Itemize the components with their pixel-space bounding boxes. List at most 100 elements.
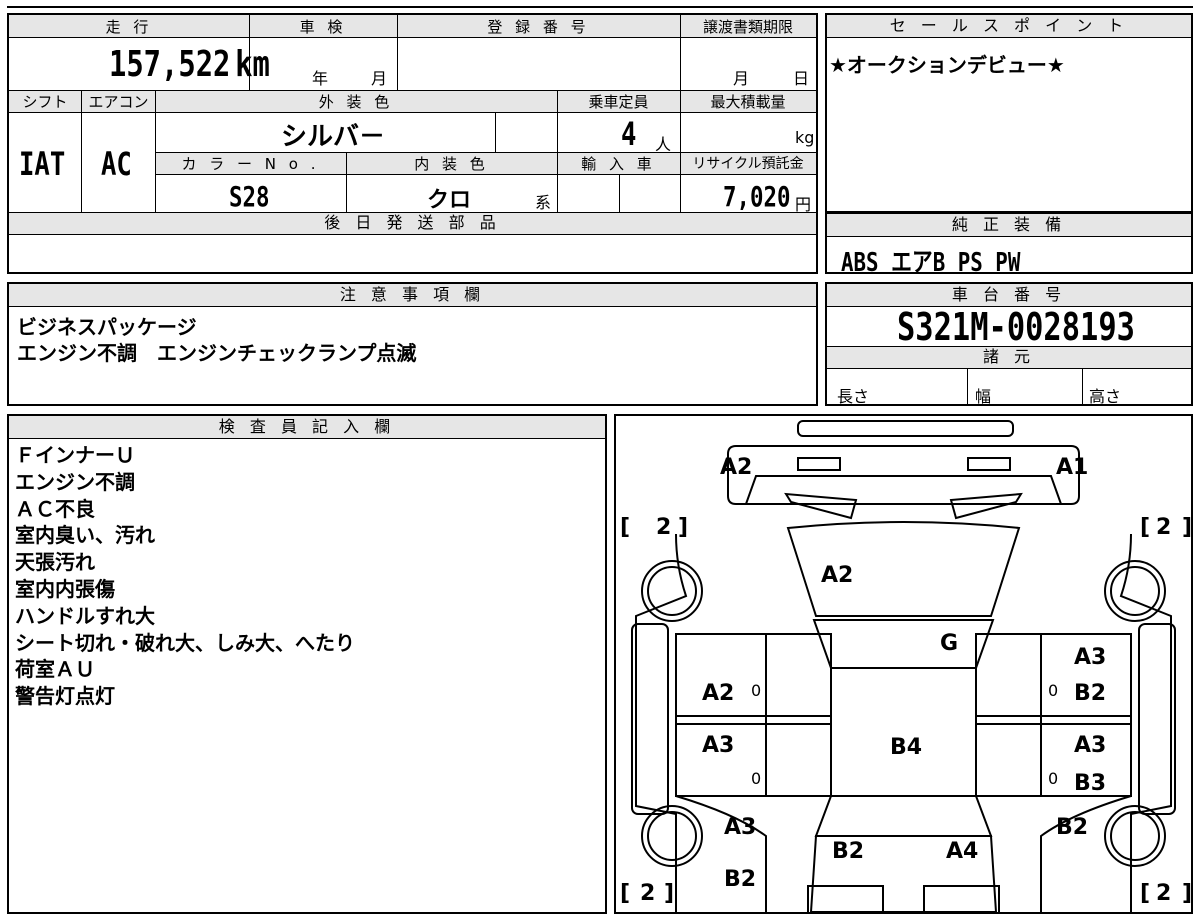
sales-points-panel: セ ー ル ス ポ イ ン ト ★オークションデビュー★ xyxy=(825,13,1193,213)
max-load-label: 最大積載量 xyxy=(710,93,786,111)
mileage-label: 走 行 xyxy=(105,18,153,36)
svg-text:[: [ xyxy=(1140,515,1150,540)
deadline-day-label: 日 xyxy=(793,69,810,88)
mark-front-left: A2 xyxy=(720,455,752,480)
inspector-line: ＦインナーＵ xyxy=(15,443,135,467)
left-front-door xyxy=(675,633,832,725)
front-bumper xyxy=(797,420,1014,437)
inspector-lines: ＦインナーＵ エンジン不調 ＡＣ不良 室内臭い、汚れ 天張汚れ 室内内張傷 ハン… xyxy=(15,442,355,710)
notes-header: 注 意 事 項 欄 xyxy=(9,284,816,306)
capacity-label: 乗車定員 xyxy=(588,93,649,111)
mark-rear-left-bumper: B2 xyxy=(724,867,756,892)
capacity-unit: 人 xyxy=(655,135,672,154)
zero-right-rear: 0 xyxy=(1048,769,1058,788)
mark-right-rear-door-2: B3 xyxy=(1074,771,1106,796)
registration-label: 登 録 番 号 xyxy=(487,18,590,36)
inspector-line: エンジン不調 xyxy=(15,469,135,494)
mark-right-quarter: B2 xyxy=(1056,815,1088,840)
mark-rear-center-right: A4 xyxy=(946,839,978,864)
inspector-header: 検 査 員 記 入 欄 xyxy=(9,416,605,438)
inspector-panel: 検 査 員 記 入 欄 ＦインナーＵ エンジン不調 ＡＣ不良 室内臭い、汚れ 天… xyxy=(7,414,607,914)
mark-right-front-door-2: B2 xyxy=(1074,681,1106,706)
max-load-unit: kg xyxy=(795,128,815,147)
later-parts-header: 後 日 発 送 部 品 xyxy=(9,212,816,234)
equipment-panel: 純 正 装 備 ABS エアB PS PW xyxy=(825,212,1193,278)
notes-line: エンジン不調 エンジンチェックランプ点滅 xyxy=(17,341,417,365)
notes-lines: ビジネスパッケージ エンジン不調 エンジンチェックランプ点滅 xyxy=(17,314,416,366)
rear-left-wheel xyxy=(641,805,703,867)
length-label: 長さ xyxy=(837,387,870,406)
inspection-label: 車 検 xyxy=(299,18,347,36)
tire-depth-rr: 2 xyxy=(1156,881,1171,906)
mileage-value: 157,522 km xyxy=(109,44,270,85)
rear-glass xyxy=(814,795,993,837)
inspector-line: ハンドルすれ大 xyxy=(15,603,155,628)
mark-hood: A2 xyxy=(821,563,853,588)
mark-front-right: A1 xyxy=(1056,455,1088,480)
aircon-label: エアコン xyxy=(88,93,149,111)
tire-depth-rl: 2 xyxy=(640,881,655,906)
interior-suffix: 系 xyxy=(535,193,552,212)
zero-left-rear: 0 xyxy=(751,769,761,788)
width-label: 幅 xyxy=(975,387,992,406)
shift-value: IAT xyxy=(19,145,66,183)
mark-left-quarter: A3 xyxy=(724,815,756,840)
inspection-month-label: 月 xyxy=(371,69,388,88)
mark-left-front-door: A2 xyxy=(702,681,734,706)
zero-left-front: 0 xyxy=(751,681,761,700)
mark-right-rear-door-1: A3 xyxy=(1074,733,1106,758)
svg-text:[: [ xyxy=(620,881,630,906)
inspector-line: 警告灯点灯 xyxy=(15,684,115,709)
right-front-door xyxy=(975,633,1132,725)
top-edge-strip xyxy=(7,0,1193,8)
mark-rear-center-left: B2 xyxy=(832,839,864,864)
spec-table: 後 日 発 送 部 品 走 行 車 検 登 録 番 号 譲渡書類期限 157,5… xyxy=(7,13,818,274)
recycle-value: 7,020 xyxy=(723,180,791,213)
inspector-line: ＡＣ不良 xyxy=(15,496,95,521)
exterior-color-value: シルバ－ xyxy=(281,122,386,152)
equipment-text: ABS エアB PS PW xyxy=(841,248,1021,278)
recycle-label: リサイクル預託金 xyxy=(692,156,804,172)
svg-text:]: ] xyxy=(678,515,688,540)
inspection-year-label: 年 xyxy=(312,69,329,88)
front-left-wheel xyxy=(641,560,703,622)
exterior-color-label: 外 装 色 xyxy=(318,93,394,111)
aircon-value: AC xyxy=(101,145,132,183)
rear-right-wheel xyxy=(1104,805,1166,867)
inspector-line: 室内臭い、汚れ xyxy=(15,523,155,548)
transfer-deadline-label: 譲渡書類期限 xyxy=(702,18,793,36)
svg-text:[: [ xyxy=(1140,881,1150,906)
color-no-value: S28 xyxy=(229,180,270,213)
tire-depth-fr: 2 xyxy=(1156,515,1171,540)
recycle-unit: 円 xyxy=(795,195,812,214)
notes-line: ビジネスパッケージ xyxy=(17,315,197,339)
svg-text:]: ] xyxy=(1182,515,1191,540)
svg-text:]: ] xyxy=(1182,881,1191,906)
inspector-line: シート切れ・破れ大、しみ大、へたり xyxy=(15,630,355,655)
interior-color-label: 内 装 色 xyxy=(414,155,489,173)
mark-windshield: G xyxy=(940,631,958,656)
chassis-number: S321M-0028193 xyxy=(897,305,1135,349)
mark-roof: B4 xyxy=(890,735,922,760)
specs-header: 諸 元 xyxy=(827,346,1191,368)
chassis-panel: 車 台 番 号 S321M-0028193 諸 元 長さ 幅 高さ xyxy=(825,282,1193,406)
car-diagram-panel: [2] [2] [2] [2] A2 A1 A2 G A2 A3 B2 A3 A… xyxy=(614,414,1193,914)
chassis-header: 車 台 番 号 xyxy=(827,284,1191,306)
front-right-wheel xyxy=(1104,560,1166,622)
import-label: 輸 入 車 xyxy=(581,155,656,173)
mark-right-front-door-1: A3 xyxy=(1074,645,1106,670)
interior-color-value: クロ xyxy=(427,188,472,213)
color-no-label: カ ラ ー N o . xyxy=(181,155,320,173)
svg-text:]: ] xyxy=(664,881,674,906)
inspector-line: 荷室ＡＵ xyxy=(15,657,95,682)
shift-label: シフト xyxy=(22,93,68,111)
zero-right-front: 0 xyxy=(1048,681,1058,700)
deadline-month-label: 月 xyxy=(733,69,750,88)
tire-depth-fl: 2 xyxy=(656,515,671,540)
equipment-header: 純 正 装 備 xyxy=(827,214,1191,236)
inspector-line: 天張汚れ xyxy=(15,550,95,575)
notes-panel: 注 意 事 項 欄 ビジネスパッケージ エンジン不調 エンジンチェックランプ点滅 xyxy=(7,282,818,406)
inspector-line: 室内内張傷 xyxy=(15,576,115,601)
svg-text:[: [ xyxy=(620,515,630,540)
mark-left-rear-door: A3 xyxy=(702,733,734,758)
